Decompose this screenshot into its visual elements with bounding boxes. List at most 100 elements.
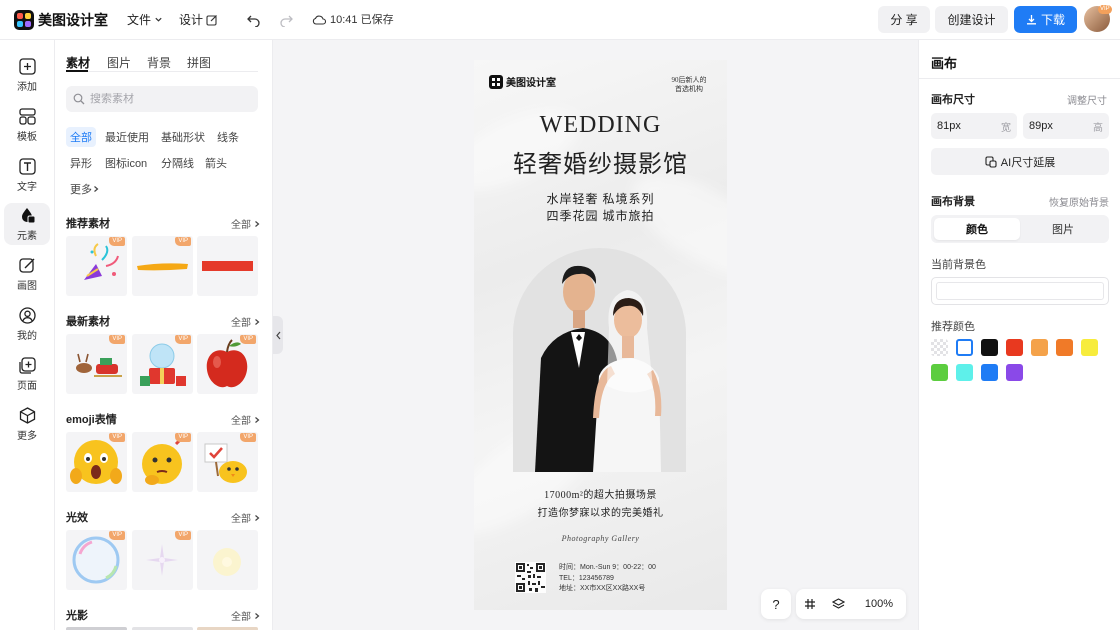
asset-thumb-shocked-emoji[interactable]: VIP [66,432,127,492]
current-bg-color[interactable] [931,277,1109,305]
vip-badge: VIP [109,531,125,540]
all-label: 全部 [231,612,251,623]
height-field[interactable]: 89px 高 [1023,113,1109,139]
tab-active-indicator [66,70,88,72]
section-all-link[interactable]: 全部 [231,608,261,623]
chip-more-label: 更多 [70,184,92,196]
restore-bg-link[interactable]: 恢复原始背景 [1049,194,1109,209]
asset-thumb-sparkle[interactable]: VIP [132,530,193,590]
chevron-left-icon [275,331,280,339]
chip-lines[interactable]: 线条 [213,127,243,147]
bg-type-color[interactable]: 颜色 [934,218,1020,240]
section-all-link[interactable]: 全部 [231,216,261,231]
chevron-right-icon [255,318,260,325]
color-swatch[interactable] [931,364,948,381]
color-swatch[interactable] [1031,339,1048,356]
zoom-level[interactable]: 100% [852,598,906,610]
share-button[interactable]: 分 享 [878,6,930,33]
create-design-button[interactable]: 创建设计 [935,6,1008,33]
app-logo[interactable]: 美图设计室 [14,9,108,31]
chip-arrows[interactable]: 箭头 [201,153,231,173]
tab-collage[interactable]: 拼图 [187,54,211,71]
help-button[interactable]: ? [761,589,791,619]
section-title-recommended: 推荐素材 [66,218,110,230]
couple-photo [513,248,686,472]
rail-item-draw[interactable]: 画图 [4,253,50,295]
asset-thumb-glow[interactable] [197,530,258,590]
layers-button[interactable] [824,597,852,611]
search-box[interactable] [66,86,258,112]
redo-icon [279,15,293,27]
design-canvas[interactable]: 美图设计室 90后新人的 首选机构 WEDDING 轻奢婚纱摄影馆 水岸轻奢 私… [474,60,727,610]
chip-more[interactable]: 更多 [66,179,104,199]
bg-type-image[interactable]: 图片 [1020,218,1106,240]
poster-headline-en: WEDDING [539,112,662,138]
color-swatch[interactable] [1081,339,1098,356]
ai-extend-button[interactable]: AI尺寸延展 [931,148,1109,175]
all-label: 全部 [231,416,251,427]
rail-item-page[interactable]: 页面 [4,353,50,395]
asset-thumb-thinking-emoji[interactable]: VIP [132,432,193,492]
asset-thumb-bubble[interactable]: VIP [66,530,127,590]
color-swatch[interactable] [1006,364,1023,381]
rail-item-mine[interactable]: 我的 [4,303,50,345]
asset-thumb-brush-stroke[interactable]: VIP [132,236,193,296]
redo-button[interactable] [276,10,296,30]
section-all-link[interactable]: 全部 [231,412,261,427]
collapse-panel-button[interactable] [273,316,283,354]
color-swatch[interactable] [931,339,948,356]
asset-thumb-snow-globe-gift[interactable]: VIP [132,334,193,394]
rail-item-label: 添加 [17,81,37,93]
width-field[interactable]: 81px 宽 [931,113,1017,139]
color-swatch[interactable] [956,364,973,381]
tab-assets[interactable]: 素材 [66,54,90,71]
rail-item-elements[interactable]: 元素 [4,203,50,245]
design-menu[interactable]: 设计 [179,11,218,28]
color-swatch[interactable] [1056,339,1073,356]
chip-irregular[interactable]: 异形 [66,153,96,173]
color-swatch[interactable] [981,364,998,381]
red-rectangle-icon [202,261,253,271]
width-value: 81px [937,120,961,132]
cloud-icon [312,15,326,25]
chip-recent[interactable]: 最近使用 [101,127,153,147]
asset-thumb-reindeer-sleigh[interactable]: VIP [66,334,127,394]
adjust-size-link[interactable]: 调整尺寸 [1067,92,1107,107]
chip-basic-shapes[interactable]: 基础形状 [157,127,209,147]
rail-item-label: 元素 [17,230,37,242]
save-status: 10:41 已保存 [312,11,394,27]
add-page-icon [18,356,36,374]
section-title-light-shadow: 光影 [66,610,88,622]
color-swatch[interactable] [1006,339,1023,356]
asset-thumb-sign-chick[interactable]: VIP [197,432,258,492]
cube-icon [19,406,35,424]
tab-images[interactable]: 图片 [107,54,131,71]
asset-thumb-apple[interactable]: VIP [197,334,258,394]
rail-item-text[interactable]: 文字 [4,154,50,196]
color-swatch[interactable] [981,339,998,356]
chip-all[interactable]: 全部 [66,127,96,147]
qr-code [515,562,546,593]
grid-button[interactable] [796,598,824,610]
poster-subline-1: 水岸轻奢 私境系列 [546,192,655,206]
rail-item-template[interactable]: 模板 [4,104,50,146]
file-menu[interactable]: 文件 [127,11,163,28]
section-all-link[interactable]: 全部 [231,314,261,329]
download-button[interactable]: 下载 [1014,6,1077,33]
rail-item-add[interactable]: 添加 [4,54,50,96]
search-input[interactable] [90,93,250,105]
canvas-workspace: 美图设计室 90后新人的 首选机构 WEDDING 轻奢婚纱摄影馆 水岸轻奢 私… [273,40,918,630]
color-swatch[interactable] [956,339,973,356]
template-icon [18,107,36,125]
chip-dividers[interactable]: 分隔线 [157,153,198,173]
ai-resize-icon [985,155,997,168]
chip-icons[interactable]: 图标icon [101,153,151,173]
tab-divider [66,71,258,72]
asset-thumb-party-popper[interactable]: VIP [66,236,127,296]
section-all-link[interactable]: 全部 [231,510,261,525]
rail-item-more[interactable]: 更多 [4,403,50,445]
vip-badge: VIP [240,433,256,442]
asset-thumb-red-bar[interactable] [197,236,258,296]
undo-button[interactable] [243,10,263,30]
tab-backgrounds[interactable]: 背景 [147,54,171,71]
